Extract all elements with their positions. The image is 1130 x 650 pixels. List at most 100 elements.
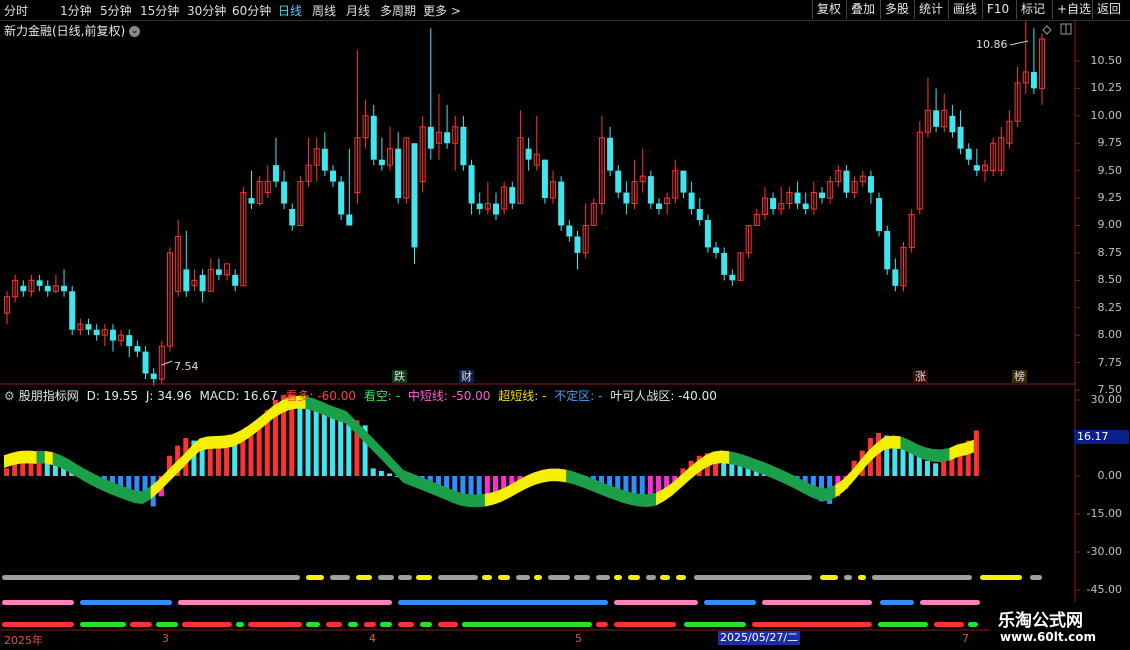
price-tick-label: 9.75 bbox=[1097, 136, 1123, 150]
event-tag-zhang[interactable]: 涨 bbox=[913, 370, 928, 383]
candle-body bbox=[264, 181, 271, 194]
macd-bar bbox=[615, 476, 621, 497]
candle-body bbox=[704, 220, 711, 248]
macd-bar bbox=[525, 476, 531, 479]
yellow-ribbon bbox=[484, 468, 567, 507]
tab-daily[interactable]: 日线 bbox=[278, 2, 302, 19]
signal-segment bbox=[614, 622, 676, 627]
draw-line-button[interactable]: 画线 bbox=[948, 0, 981, 19]
indicator-tick-label: 30.00 bbox=[1090, 393, 1123, 406]
candle bbox=[142, 346, 149, 380]
high-arrow bbox=[1009, 40, 1029, 46]
fuquan-button[interactable]: 复权 bbox=[812, 0, 845, 19]
tab-weekly[interactable]: 周线 bbox=[312, 2, 336, 19]
macd-bar bbox=[647, 476, 653, 504]
candle bbox=[1039, 33, 1046, 105]
macd-bar bbox=[810, 476, 816, 497]
tab-15min[interactable]: 15分钟 bbox=[140, 2, 179, 19]
candle bbox=[615, 165, 622, 199]
candle-body bbox=[101, 329, 108, 336]
macd-bar bbox=[664, 476, 670, 497]
macd-bar bbox=[786, 476, 792, 482]
overlay-button[interactable]: 叠加 bbox=[846, 0, 879, 19]
candle-body bbox=[615, 170, 622, 193]
candle-body bbox=[908, 214, 915, 248]
mark-button[interactable]: 标记 bbox=[1016, 0, 1049, 19]
candle bbox=[884, 225, 891, 275]
signal-segment bbox=[684, 622, 746, 627]
tab-fenshi[interactable]: 分时 bbox=[4, 2, 28, 19]
candle bbox=[867, 170, 874, 204]
indicator-ribbons bbox=[4, 395, 974, 508]
f10-button[interactable]: F10 bbox=[982, 0, 1013, 19]
candle-body bbox=[802, 203, 809, 210]
candle-body bbox=[346, 214, 353, 226]
candle bbox=[933, 88, 940, 133]
candle bbox=[362, 99, 369, 149]
tab-multi-period[interactable]: 多周期 bbox=[380, 2, 416, 19]
macd-bar bbox=[550, 470, 556, 476]
signal-segment bbox=[858, 575, 866, 580]
candle-body bbox=[867, 176, 874, 193]
signal-segment bbox=[438, 622, 458, 627]
event-tag-bang[interactable]: 榜 bbox=[1012, 370, 1027, 383]
macd-bar bbox=[517, 476, 523, 482]
tab-more[interactable]: 更多 > bbox=[423, 2, 461, 19]
candle-body bbox=[240, 192, 247, 287]
candle bbox=[835, 165, 842, 188]
candle bbox=[419, 115, 426, 193]
candle bbox=[672, 159, 679, 204]
candle bbox=[517, 110, 524, 205]
candle bbox=[696, 198, 703, 226]
macd-bar bbox=[272, 400, 278, 476]
tab-monthly[interactable]: 月线 bbox=[346, 2, 370, 19]
event-tag-die[interactable]: 跌 bbox=[392, 370, 407, 383]
candle bbox=[256, 176, 263, 206]
candle-body bbox=[696, 209, 703, 220]
stock-title[interactable]: 新力金融(日线,前复权) ⌄ bbox=[4, 22, 141, 39]
candle-body bbox=[199, 274, 206, 292]
macd-bar bbox=[827, 476, 833, 504]
candle bbox=[395, 132, 402, 204]
tab-1min[interactable]: 1分钟 bbox=[60, 2, 92, 19]
candle bbox=[452, 115, 459, 171]
back-button[interactable]: 返回 bbox=[1092, 0, 1125, 19]
signal-segment bbox=[2, 575, 300, 580]
macd-bar bbox=[737, 460, 743, 476]
signal-segment bbox=[574, 575, 590, 580]
candle-body bbox=[297, 181, 304, 226]
candle-body bbox=[427, 126, 434, 149]
candle-body bbox=[167, 252, 173, 347]
macd-bar bbox=[330, 415, 335, 476]
buding-value: 不定区: - bbox=[554, 389, 603, 403]
candle-body bbox=[827, 181, 834, 199]
candle bbox=[427, 28, 434, 160]
macd-bar bbox=[85, 476, 91, 482]
event-tag-cai[interactable]: 财 bbox=[459, 370, 474, 383]
signal-segment bbox=[398, 600, 608, 605]
macd-bar bbox=[167, 455, 172, 476]
candle-body bbox=[631, 181, 638, 205]
candle-body bbox=[973, 165, 980, 171]
candle-body bbox=[460, 126, 467, 166]
candle-body bbox=[419, 126, 426, 183]
macd-bar bbox=[232, 443, 238, 476]
stats-button[interactable]: 统计 bbox=[914, 0, 947, 19]
settings-gear-icon[interactable]: ⚙ bbox=[4, 389, 15, 403]
candle bbox=[639, 148, 646, 193]
candle-body bbox=[36, 280, 43, 286]
candle bbox=[224, 263, 231, 281]
tab-5min[interactable]: 5分钟 bbox=[100, 2, 132, 19]
macd-bar bbox=[696, 455, 702, 476]
indicator-name[interactable]: 股朋指标网 bbox=[19, 389, 79, 403]
candle bbox=[232, 269, 239, 292]
kline-chart[interactable] bbox=[0, 0, 1130, 650]
candle-body bbox=[664, 197, 671, 205]
tab-30min[interactable]: 30分钟 bbox=[187, 2, 226, 19]
tab-60min[interactable]: 60分钟 bbox=[232, 2, 271, 19]
multi-stock-button[interactable]: 多股 bbox=[880, 0, 913, 19]
candle bbox=[4, 291, 10, 325]
add-watchlist-button[interactable]: +自选 bbox=[1052, 0, 1095, 19]
chevron-down-icon[interactable]: ⌄ bbox=[129, 26, 141, 37]
stock-title-text: 新力金融(日线,前复权) bbox=[4, 24, 126, 38]
